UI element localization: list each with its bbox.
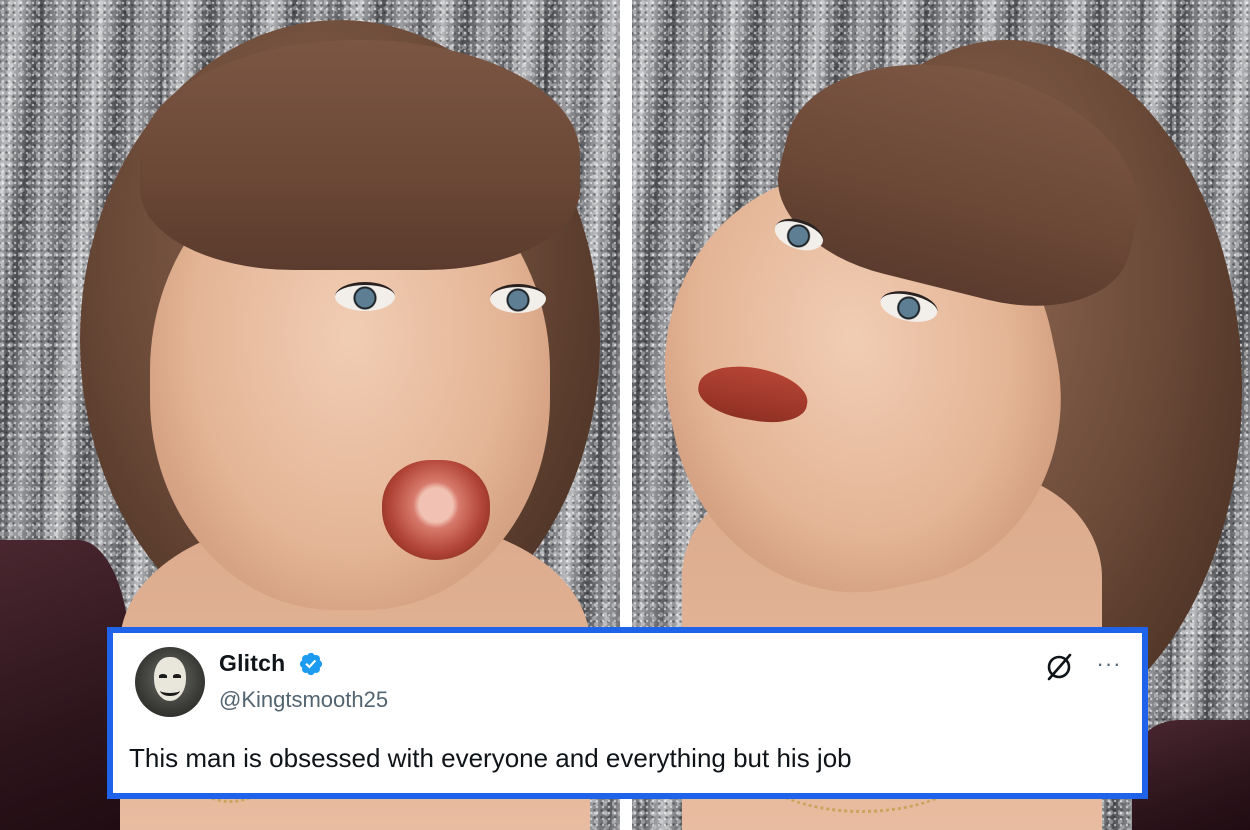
more-options-icon[interactable]: ··· [1091, 649, 1127, 679]
eye-left-2 [490, 284, 546, 313]
open-mouth [382, 460, 490, 560]
dress-right [1132, 720, 1250, 830]
verified-badge-icon [299, 652, 323, 676]
user-handle[interactable]: @Kingtsmooth25 [219, 687, 388, 713]
meme-canvas: Glitch @Kingtsmooth25 ··· This man is ob… [0, 0, 1250, 830]
mask-smile [160, 685, 180, 696]
mask-eye-right [173, 674, 181, 678]
mask-eye-left [159, 674, 167, 678]
tweet-text: This man is obsessed with everyone and e… [129, 743, 852, 773]
display-name[interactable]: Glitch [219, 650, 285, 677]
eye-left-1 [335, 282, 395, 311]
bangs-left [140, 40, 580, 270]
masked-avatar-icon[interactable] [135, 647, 205, 717]
tweet-card[interactable]: Glitch @Kingtsmooth25 ··· This man is ob… [107, 627, 1148, 799]
mask-face [154, 657, 186, 701]
grok-icon[interactable] [1042, 650, 1076, 684]
